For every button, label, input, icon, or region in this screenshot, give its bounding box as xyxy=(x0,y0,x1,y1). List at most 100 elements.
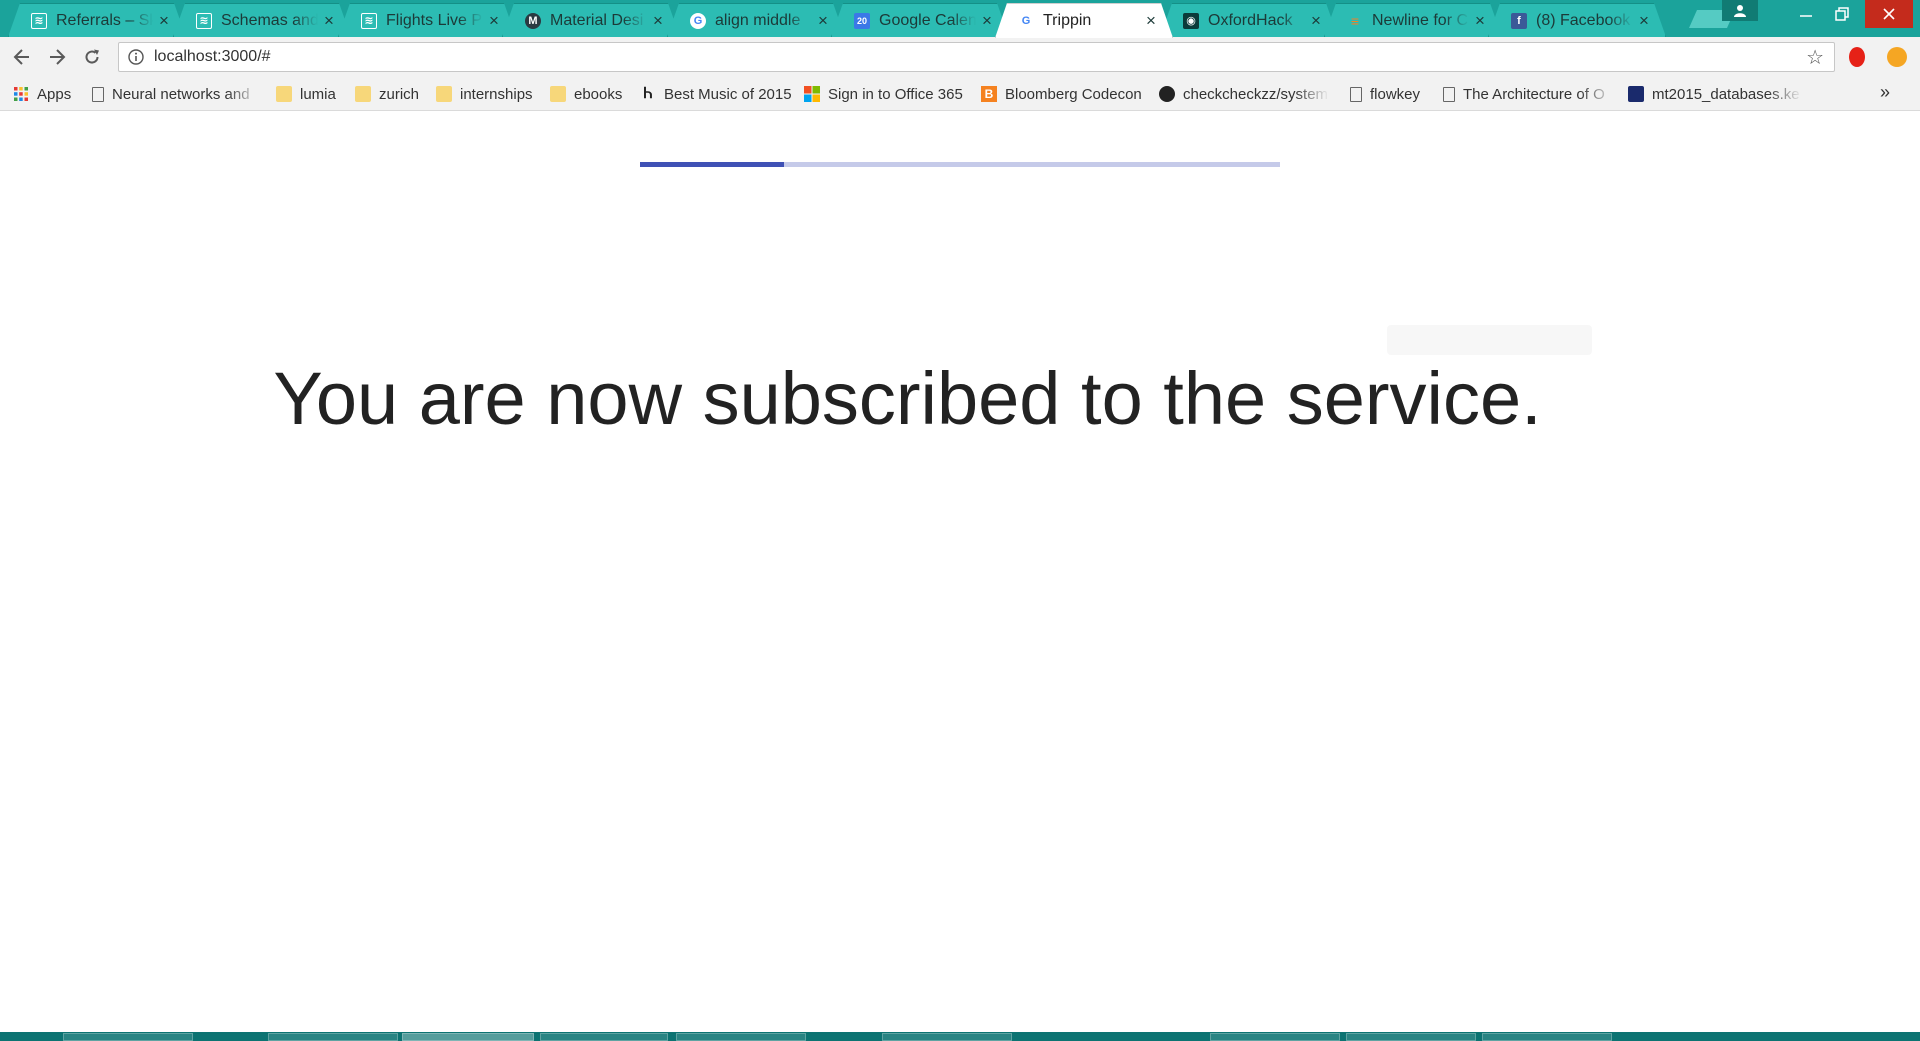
tab-newline[interactable]: ≡ Newline for C × xyxy=(1324,3,1502,37)
close-icon[interactable]: × xyxy=(1637,11,1651,31)
bookmark-zurich[interactable]: zurich xyxy=(355,83,419,105)
close-icon[interactable]: × xyxy=(816,11,830,31)
bookmark-best-music[interactable]: Ꮒ Best Music of 2015 xyxy=(640,83,792,105)
tab-title: Newline for C xyxy=(1372,11,1469,29)
bookmarks-bar: Apps Neural networks and lumia zurich in… xyxy=(0,77,1920,111)
close-icon[interactable]: × xyxy=(322,11,336,31)
google-icon: G xyxy=(690,13,706,29)
reload-icon xyxy=(85,49,99,64)
bookmark-label: checkcheckzz/system xyxy=(1183,85,1329,103)
skyscanner-icon: ≋ xyxy=(31,13,47,29)
bookmark-github[interactable]: checkcheckzz/system xyxy=(1159,83,1329,105)
browser-toolbar: ☆ xyxy=(0,37,1920,77)
github-icon xyxy=(1159,86,1175,102)
page-icon xyxy=(92,86,104,102)
taskbar-item[interactable] xyxy=(402,1033,534,1041)
bookmark-mt2015[interactable]: mt2015_databases.ke xyxy=(1628,83,1802,105)
taskbar-item[interactable] xyxy=(268,1033,398,1041)
tab-schemas[interactable]: ≋ Schemas and × xyxy=(173,3,351,37)
bookmark-architecture[interactable]: The Architecture of O xyxy=(1443,83,1614,105)
taskbar-item[interactable] xyxy=(1482,1033,1612,1041)
restore-icon xyxy=(1835,7,1849,21)
bloomberg-icon: B xyxy=(981,86,997,102)
skyscanner-icon: ≋ xyxy=(196,13,212,29)
bookmark-label: internships xyxy=(460,85,533,103)
bookmark-label: lumia xyxy=(300,85,336,103)
bookmark-label: flowkey xyxy=(1370,85,1421,103)
close-icon[interactable]: × xyxy=(1144,11,1158,31)
arrow-left-icon xyxy=(13,49,29,65)
bookmark-lumia[interactable]: lumia xyxy=(276,83,336,105)
music-icon: Ꮒ xyxy=(643,85,653,102)
tab-title: Referrals – Sk xyxy=(56,11,153,29)
tab-title: Google Calen xyxy=(879,11,976,29)
more-bookmarks-button[interactable]: » xyxy=(1880,82,1890,103)
tab-referrals[interactable]: ≋ Referrals – Sk × xyxy=(8,3,186,37)
os-taskbar xyxy=(0,1032,1920,1041)
arrow-right-icon xyxy=(50,49,66,65)
close-icon[interactable]: × xyxy=(1473,11,1487,31)
bookmark-office365[interactable]: Sign in to Office 365 xyxy=(804,83,963,105)
ghost-overlay xyxy=(1387,325,1592,355)
close-icon[interactable]: × xyxy=(980,11,994,31)
taskbar-item[interactable] xyxy=(676,1033,806,1041)
tab-trippin[interactable]: G Trippin × xyxy=(995,3,1173,38)
bookmark-label: Best Music of 2015 xyxy=(664,85,792,103)
address-bar[interactable]: ☆ xyxy=(118,42,1835,72)
progress-bar-fill xyxy=(640,162,784,167)
tab-title: Flights Live Pr xyxy=(386,11,483,29)
star-icon[interactable]: ☆ xyxy=(1806,45,1824,70)
url-input[interactable] xyxy=(154,48,1807,66)
close-icon[interactable]: × xyxy=(651,11,665,31)
bookmark-label: Apps xyxy=(37,85,72,103)
tab-title: Schemas and xyxy=(221,11,318,29)
opera-extension-icon[interactable] xyxy=(1849,47,1865,67)
reload-button[interactable] xyxy=(79,45,105,69)
close-window-button[interactable] xyxy=(1865,0,1913,28)
skyscanner-icon: ≋ xyxy=(361,13,377,29)
bookmark-internships[interactable]: internships xyxy=(436,83,533,105)
tab-align-middle[interactable]: G align middle × xyxy=(667,3,845,37)
close-icon[interactable]: × xyxy=(487,11,501,31)
folder-icon xyxy=(550,86,566,102)
bookmark-neural-networks[interactable]: Neural networks and xyxy=(92,83,260,105)
progress-bar xyxy=(640,162,1280,167)
extension-icon[interactable] xyxy=(1887,47,1907,67)
info-icon[interactable] xyxy=(128,49,144,65)
tab-facebook[interactable]: f (8) Facebook × xyxy=(1488,3,1666,37)
tab-title: align middle xyxy=(715,11,801,29)
profile-button[interactable] xyxy=(1722,0,1758,21)
close-icon xyxy=(1883,8,1895,20)
folder-icon xyxy=(436,86,452,102)
minimize-icon xyxy=(1800,15,1812,17)
tab-oxfordhack[interactable]: ◉ OxfordHack × xyxy=(1160,3,1338,37)
bookmark-label: Sign in to Office 365 xyxy=(828,85,963,103)
taskbar-item[interactable] xyxy=(63,1033,193,1041)
forward-button[interactable] xyxy=(44,45,70,69)
close-icon[interactable]: × xyxy=(1309,11,1323,31)
bookmark-apps[interactable]: Apps xyxy=(13,83,71,105)
back-button[interactable] xyxy=(9,45,35,69)
taskbar-item[interactable] xyxy=(1210,1033,1340,1041)
tab-title: (8) Facebook xyxy=(1536,11,1631,29)
close-icon[interactable]: × xyxy=(157,11,171,31)
tab-google-calendar[interactable]: 20 Google Calen × xyxy=(831,3,1009,37)
tab-title: Trippin xyxy=(1043,12,1092,29)
folder-icon xyxy=(276,86,292,102)
tab-material[interactable]: M Material Desi × xyxy=(502,3,680,37)
bookmark-label: Bloomberg Codecon xyxy=(1005,85,1142,103)
maximize-button[interactable] xyxy=(1821,0,1863,28)
bookmark-flowkey[interactable]: flowkey xyxy=(1350,83,1420,105)
bookmark-label: mt2015_databases.ke xyxy=(1652,85,1800,103)
bookmark-bloomberg[interactable]: B Bloomberg Codecon xyxy=(981,83,1142,105)
taskbar-item[interactable] xyxy=(882,1033,1012,1041)
tab-title: OxfordHack xyxy=(1208,11,1293,29)
taskbar-item[interactable] xyxy=(1346,1033,1476,1041)
person-icon xyxy=(1734,4,1746,17)
tab-flights[interactable]: ≋ Flights Live Pr × xyxy=(338,3,516,37)
bookmark-ebooks[interactable]: ebooks xyxy=(550,83,622,105)
stackoverflow-icon: ≡ xyxy=(1350,12,1360,29)
office-icon xyxy=(804,86,820,102)
taskbar-item[interactable] xyxy=(540,1033,668,1041)
page-icon xyxy=(1443,86,1455,102)
